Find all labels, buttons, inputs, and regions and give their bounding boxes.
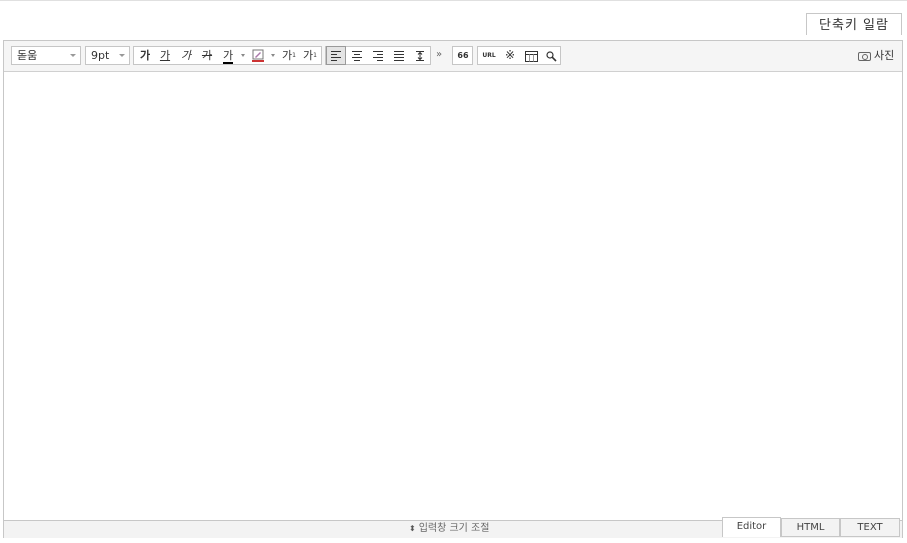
line-height-button[interactable]: [410, 47, 430, 64]
table-button[interactable]: [521, 47, 541, 64]
superscript-label: 가: [282, 49, 293, 62]
resize-updown-icon: ⬍: [409, 524, 416, 533]
top-divider: [0, 0, 907, 1]
font-family-value: 돋움: [17, 49, 38, 62]
search-icon: [545, 50, 557, 62]
shortcut-list-button[interactable]: 단축키 일람: [806, 13, 902, 35]
align-left-icon: [331, 51, 341, 61]
chevron-down-icon: [70, 54, 76, 57]
resize-label: 입력창 크기 조절: [418, 523, 490, 534]
chevron-down-icon: [119, 54, 125, 57]
find-button[interactable]: [541, 47, 561, 64]
align-justify-button[interactable]: [389, 47, 409, 64]
more-tools-button[interactable]: »: [436, 49, 442, 60]
font-color-button[interactable]: 가: [218, 47, 238, 64]
bold-button[interactable]: 가: [135, 47, 155, 64]
align-center-button[interactable]: [347, 47, 367, 64]
align-center-icon: [352, 51, 362, 61]
subscript-button[interactable]: 가1: [300, 47, 320, 64]
rich-text-editor: 돋움 9pt 가 가 가 가 가 가1 가1 » 66 URL ※ 사진 ⬍ 입…: [3, 40, 903, 538]
align-right-button[interactable]: [368, 47, 388, 64]
highlight-color-button[interactable]: [248, 47, 268, 64]
font-family-select[interactable]: 돋움: [11, 46, 81, 65]
subscript-label: 가: [303, 49, 314, 62]
highlight-dropdown-icon[interactable]: [271, 54, 275, 57]
resize-handle[interactable]: ⬍ 입력창 크기 조절: [409, 522, 489, 536]
editor-content-area[interactable]: [4, 72, 902, 520]
special-char-button[interactable]: ※: [500, 47, 520, 64]
italic-button[interactable]: 가: [176, 47, 196, 64]
editor-toolbar: 돋움 9pt 가 가 가 가 가 가1 가1 » 66 URL ※ 사진: [4, 41, 902, 72]
superscript-mark: 1: [292, 52, 296, 59]
link-button[interactable]: URL: [479, 47, 499, 64]
tab-text[interactable]: TEXT: [840, 518, 900, 537]
tab-html[interactable]: HTML: [781, 518, 840, 537]
text-style-group: 가 가 가 가 가 가1 가1: [133, 46, 322, 65]
insert-group: URL ※: [477, 46, 561, 65]
align-right-icon: [373, 51, 383, 61]
editor-statusbar: ⬍ 입력창 크기 조절 Editor HTML TEXT: [4, 517, 902, 538]
alignment-group: [325, 46, 431, 65]
tab-editor[interactable]: Editor: [722, 517, 781, 537]
subscript-mark: 1: [313, 52, 317, 59]
font-size-select[interactable]: 9pt: [85, 46, 130, 65]
font-size-value: 9pt: [91, 49, 110, 62]
strikethrough-button[interactable]: 가: [197, 47, 217, 64]
quote-button[interactable]: 66: [453, 47, 473, 64]
align-justify-icon: [394, 51, 404, 61]
insert-photo-button[interactable]: 사진: [858, 48, 894, 64]
camera-icon: [858, 51, 871, 61]
underline-button[interactable]: 가: [155, 47, 175, 64]
table-icon: [524, 50, 538, 62]
quote-group: 66: [452, 46, 473, 65]
superscript-button[interactable]: 가1: [279, 47, 299, 64]
highlighter-icon: [252, 49, 264, 62]
font-color-dropdown-icon[interactable]: [241, 54, 245, 57]
photo-label: 사진: [874, 49, 895, 62]
align-left-button[interactable]: [326, 46, 346, 65]
line-height-icon: [416, 51, 424, 61]
font-color-label: 가: [222, 49, 234, 64]
